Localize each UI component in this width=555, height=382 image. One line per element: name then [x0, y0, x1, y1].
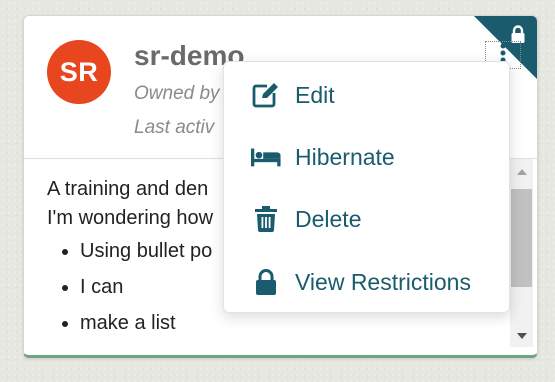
menu-item-view-restrictions[interactable]: View Restrictions — [224, 257, 509, 307]
bed-icon — [251, 142, 281, 172]
menu-item-delete[interactable]: Delete — [224, 194, 509, 244]
description-scrollbar[interactable] — [510, 159, 533, 347]
scroll-down-button[interactable] — [510, 325, 533, 347]
trash-icon — [251, 204, 281, 234]
menu-item-edit[interactable]: Edit — [224, 70, 509, 120]
menu-item-label: Delete — [295, 205, 362, 232]
actions-dropdown-menu: Edit Hibernate Delete View Restrictions — [223, 61, 510, 313]
avatar: SR — [47, 40, 111, 104]
owner-text: Owned by — [134, 83, 220, 104]
edit-icon — [251, 80, 281, 110]
menu-item-label: Hibernate — [295, 143, 395, 170]
menu-item-label: Edit — [295, 81, 335, 108]
arrow-up-icon — [516, 169, 527, 175]
scroll-up-button[interactable] — [510, 161, 533, 183]
lock-icon — [251, 267, 281, 297]
last-active-text: Last activ — [134, 117, 215, 138]
scroll-thumb[interactable] — [511, 189, 532, 287]
arrow-down-icon — [516, 333, 527, 339]
menu-item-label: View Restrictions — [295, 268, 471, 295]
menu-item-hibernate[interactable]: Hibernate — [224, 132, 509, 182]
